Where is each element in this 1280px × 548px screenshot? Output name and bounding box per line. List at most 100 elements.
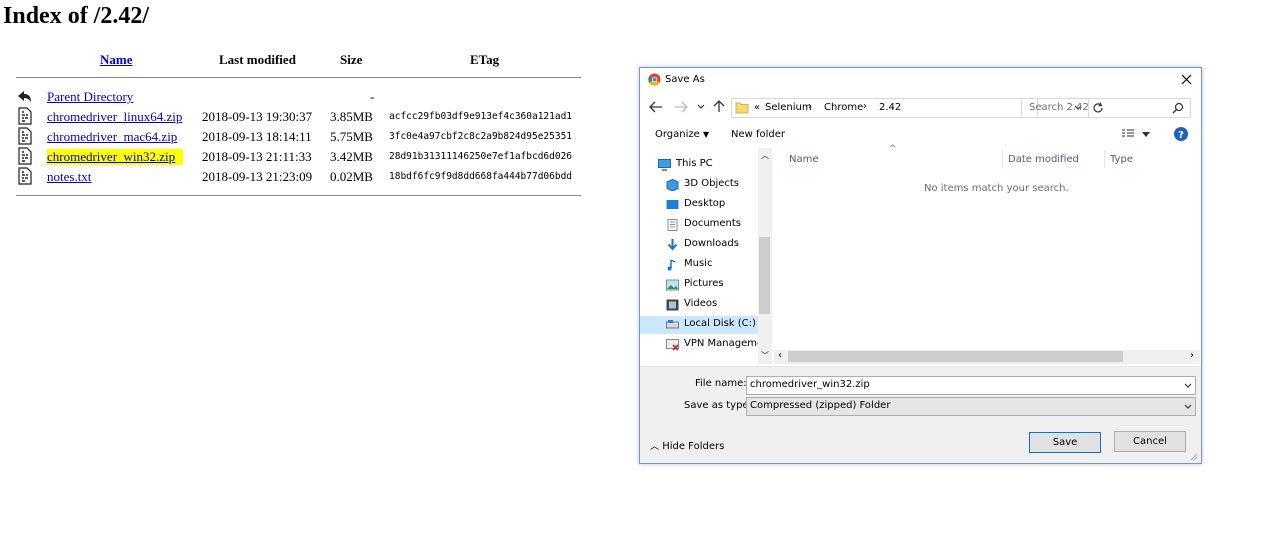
binary-file-icon <box>18 127 32 145</box>
listing-row: chromedriver_win32.zip 2018-09-13 21:11:… <box>16 147 581 167</box>
parent-directory-link[interactable]: Parent Directory <box>47 89 133 105</box>
breadcrumb-separator-icon[interactable]: › <box>863 101 867 112</box>
address-bar[interactable]: « Selenium › Chrome › 2.42 <box>731 98 1103 118</box>
modified-cell: 2018-09-13 18:14:11 <box>202 129 312 144</box>
size-cell: 3.42MB <box>330 149 373 164</box>
file-list: ^ Name Date modified Type No items match… <box>774 144 1200 364</box>
hide-folders-button[interactable]: ︿ Hide Folders <box>650 439 724 452</box>
footer-divider <box>16 195 581 196</box>
breadcrumb-item-selenium[interactable]: Selenium <box>765 102 812 113</box>
column-divider[interactable] <box>1002 150 1003 168</box>
help-icon[interactable]: ? <box>1174 127 1188 141</box>
nav-item-3d-objects[interactable]: 3D Objects <box>664 176 772 194</box>
search-icon[interactable] <box>1172 102 1184 114</box>
videos-icon <box>666 299 679 311</box>
resize-grip-icon[interactable] <box>1190 453 1198 461</box>
save-button[interactable]: Save <box>1029 432 1101 453</box>
save-as-type-select[interactable]: Compressed (zipped) Folder <box>746 397 1196 416</box>
vpn-icon <box>666 339 679 351</box>
nav-item-desktop[interactable]: Desktop <box>664 196 772 214</box>
scroll-right-icon[interactable]: › <box>1190 350 1194 361</box>
downloads-icon <box>667 239 678 251</box>
back-icon <box>18 91 31 102</box>
size-column-header[interactable]: Size <box>340 52 362 68</box>
breadcrumb-item-chrome[interactable]: Chrome <box>824 102 863 113</box>
save-as-type-dropdown-icon[interactable] <box>1184 404 1192 410</box>
cancel-button[interactable]: Cancel <box>1114 431 1186 452</box>
forward-arrow-icon[interactable] <box>674 101 688 113</box>
file-link[interactable]: chromedriver_mac64.zip <box>47 129 177 145</box>
listing-row: chromedriver_mac64.zip 2018-09-13 18:14:… <box>16 127 581 147</box>
etag-cell: 3fc0e4a97cbf2c8c2a9b824d95e25351 <box>389 131 573 142</box>
nav-item-vpn[interactable]: VPN Manageme <box>664 336 758 354</box>
column-header-date-modified[interactable]: Date modified <box>1008 154 1079 165</box>
binary-file-icon <box>18 107 32 125</box>
computer-icon <box>658 159 671 171</box>
recent-locations-chevron-icon[interactable] <box>697 104 705 110</box>
dialog-titlebar[interactable]: Save As <box>640 68 1201 92</box>
save-as-dialog: Save As « Selenium › Chrome › 2.42 Searc… <box>639 67 1202 464</box>
chrome-icon <box>648 73 661 86</box>
file-name-dropdown-icon[interactable] <box>1184 383 1192 389</box>
svg-text:?: ? <box>1178 130 1184 141</box>
binary-file-icon <box>18 147 32 165</box>
modified-cell: 2018-09-13 21:23:09 <box>202 169 313 184</box>
file-link-highlighted[interactable]: chromedriver_win32.zip <box>47 149 184 165</box>
scroll-down-icon[interactable]: ﹀ <box>761 350 769 361</box>
nav-item-documents[interactable]: Documents <box>664 216 772 234</box>
nav-item-pictures[interactable]: Pictures <box>664 276 772 294</box>
organize-button[interactable]: Organize ▼ <box>655 129 709 140</box>
column-header-type[interactable]: Type <box>1110 154 1133 165</box>
pictures-icon <box>666 279 679 291</box>
save-as-type-value: Compressed (zipped) Folder <box>750 400 891 411</box>
chevron-down-icon: ▼ <box>703 130 710 139</box>
listing-row: Parent Directory - <box>16 87 581 107</box>
page-title: Index of /2.42/ <box>3 3 150 29</box>
file-name-value: chromedriver_win32.zip <box>750 379 870 390</box>
file-name-field[interactable]: chromedriver_win32.zip <box>746 376 1196 395</box>
etag-cell: 18bdf6fc9f9d8dd668fa444b77d06bdd <box>389 171 573 182</box>
nav-item-local-disk[interactable]: Local Disk (C:) <box>640 316 758 334</box>
view-options-icon[interactable] <box>1121 129 1135 139</box>
folder-icon <box>735 102 749 114</box>
close-icon[interactable] <box>1181 74 1192 85</box>
3d-objects-icon <box>666 179 679 191</box>
nav-item-videos[interactable]: Videos <box>664 296 772 314</box>
desktop-icon <box>666 200 679 209</box>
new-folder-button[interactable]: New folder <box>731 129 785 140</box>
column-header-name[interactable]: Name <box>789 154 819 165</box>
size-cell: 5.75MB <box>330 129 373 144</box>
horizontal-scroll-thumb[interactable] <box>788 351 1123 362</box>
breadcrumb-item-2-42[interactable]: 2.42 <box>879 102 901 113</box>
modified-column-header[interactable]: Last modified <box>219 52 296 68</box>
file-link[interactable]: notes.txt <box>47 169 91 185</box>
save-as-type-label: Save as type: <box>684 400 752 411</box>
etag-cell: acfcc29fb03df9e913ef4c360a121ad1 <box>389 111 573 122</box>
back-arrow-icon[interactable] <box>649 101 663 113</box>
nav-item-downloads[interactable]: Downloads <box>664 236 772 254</box>
nav-item-this-pc[interactable]: This PC <box>656 156 764 174</box>
breadcrumb-overflow[interactable]: « <box>754 102 760 113</box>
listing-row: notes.txt 2018-09-13 21:23:09 0.02MB 18b… <box>16 167 581 187</box>
etag-column-header[interactable]: ETag <box>470 52 499 68</box>
navigation-scroll-thumb[interactable] <box>759 237 770 314</box>
sort-indicator-icon: ^ <box>889 144 897 154</box>
scroll-up-icon[interactable]: ︿ <box>761 150 769 161</box>
header-divider <box>16 77 581 78</box>
modified-cell: 2018-09-13 21:11:33 <box>202 149 312 164</box>
up-arrow-icon[interactable] <box>713 100 725 113</box>
column-divider[interactable] <box>1104 150 1105 168</box>
dialog-title: Save As <box>665 74 705 85</box>
name-column-header[interactable]: Name <box>100 52 133 68</box>
scroll-left-icon[interactable]: ‹ <box>778 350 782 361</box>
music-icon <box>667 259 676 271</box>
search-input[interactable]: Search 2.42 <box>1021 98 1191 118</box>
binary-file-icon <box>18 167 32 185</box>
size-cell: 3.85MB <box>330 109 373 124</box>
view-dropdown-icon[interactable] <box>1142 132 1150 137</box>
size-cell: 0.02MB <box>330 169 373 184</box>
breadcrumb-separator-icon[interactable]: › <box>808 101 812 112</box>
nav-item-music[interactable]: Music <box>664 256 772 274</box>
documents-icon <box>667 219 678 231</box>
file-link[interactable]: chromedriver_linux64.zip <box>47 109 182 125</box>
